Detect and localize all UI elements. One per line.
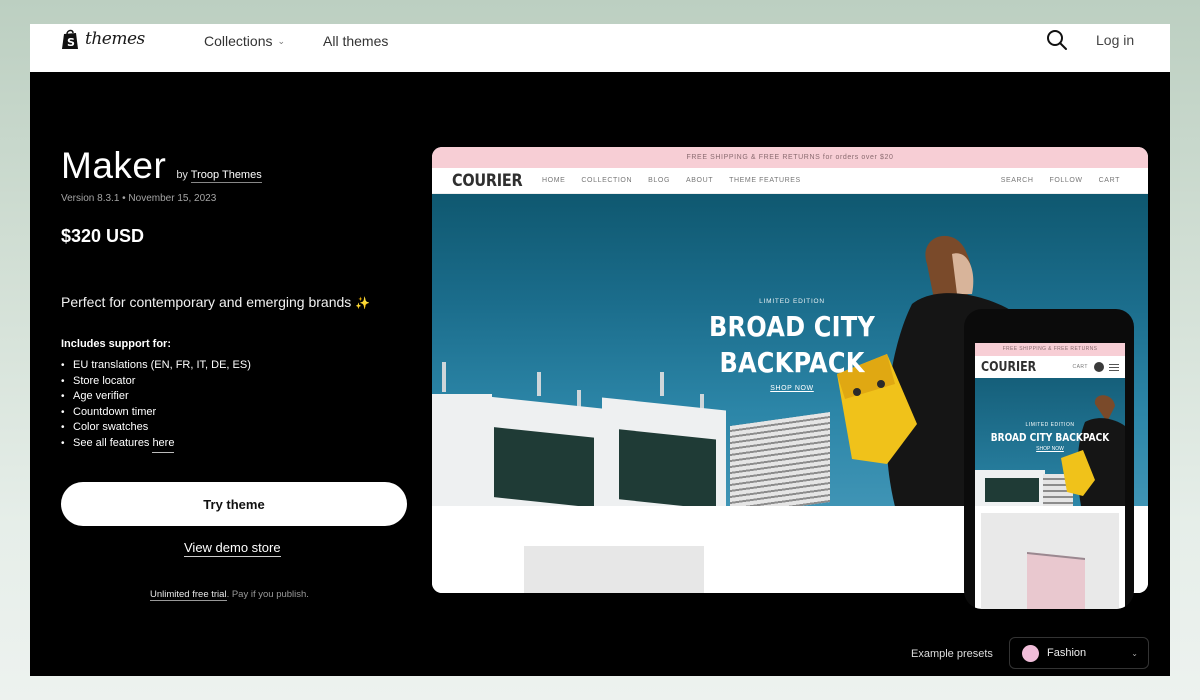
feature-item: Color swatches <box>61 420 251 436</box>
preview-nav-links: HOME COLLECTION BLOG ABOUT THEME FEATURE… <box>542 177 801 184</box>
view-demo-store-link[interactable]: View demo store <box>184 540 281 557</box>
trial-suffix: . Pay if you publish. <box>226 589 309 600</box>
antenna-shape <box>660 372 664 396</box>
preset-dropdown[interactable]: Fashion ⌄ <box>1009 637 1149 669</box>
preview-shop-now-link: SHOP NOW <box>770 385 814 392</box>
mobile-shop-now-link: SHOP NOW <box>1036 446 1064 452</box>
feature-item: Store locator <box>61 374 251 390</box>
building-shape <box>975 470 1045 506</box>
feature-item: Age verifier <box>61 389 251 405</box>
preview-nav-link: HOME <box>542 177 566 184</box>
search-button[interactable] <box>1045 28 1069 52</box>
example-presets-label: Example presets <box>911 648 993 660</box>
logo-text: themes <box>85 29 145 49</box>
support-heading: Includes support for: <box>61 338 171 350</box>
preset-selected-value: Fashion <box>1047 647 1087 659</box>
nav-all-themes[interactable]: All themes <box>323 33 388 49</box>
shopify-bag-icon: S <box>62 29 78 49</box>
title-row: Maker by Troop Themes <box>61 145 262 187</box>
preview-hero-eyebrow: LIMITED EDITION <box>759 298 825 305</box>
shopify-themes-logo[interactable]: S themes <box>61 28 145 50</box>
mobile-hero-eyebrow: LIMITED EDITION <box>1025 422 1075 428</box>
preview-hero-title-line1: BROAD CITY <box>709 310 875 343</box>
preview-nav-right: SEARCH FOLLOW CART <box>1001 177 1148 184</box>
trial-note: Unlimited free trial. Pay if you publish… <box>150 589 309 601</box>
preview-product-tile <box>524 546 704 593</box>
chevron-down-icon: ⌄ <box>1131 648 1138 658</box>
mobile-product-image <box>981 513 1119 609</box>
preset-color-swatch <box>1022 644 1039 662</box>
try-theme-button[interactable]: Try theme <box>61 482 407 526</box>
preview-hero-title-line2: BACKPACK <box>719 346 865 379</box>
svg-text:S: S <box>67 36 75 49</box>
mobile-hero-title: BROAD CITY BACKPACK <box>990 431 1110 444</box>
building-shape <box>476 395 604 506</box>
nav-collections-label: Collections <box>204 33 273 49</box>
preview-nav-link: THEME FEATURES <box>729 177 801 184</box>
see-all-label: See all features <box>73 437 150 450</box>
page-frame: S themes Collections ⌄ All themes Log in… <box>30 24 1170 676</box>
preview-hero-text: LIMITED EDITION BROAD CITY BACKPACK SHOP… <box>682 298 902 392</box>
theme-hero: Maker by Troop Themes Version 8.3.1 • No… <box>30 72 1170 676</box>
author-link[interactable]: Troop Themes <box>190 169 262 183</box>
preview-nav-link: FOLLOW <box>1049 177 1083 184</box>
preview-nav-link: ABOUT <box>686 177 714 184</box>
sparkles-icon: ✨ <box>355 296 371 310</box>
tagline-text: Perfect for contemporary and emerging br… <box>61 294 352 310</box>
mobile-hero-text: LIMITED EDITION BROAD CITY BACKPACK SHOP… <box>975 422 1125 452</box>
preview-nav-link: SEARCH <box>1000 177 1034 184</box>
mobile-preview: FREE SHIPPING & FREE RETURNS COURIER CAR… <box>964 309 1134 609</box>
antenna-shape <box>537 372 541 396</box>
feature-list: EU translations (EN, FR, IT, DE, ES) Sto… <box>61 358 251 453</box>
theme-price: $320 USD <box>61 226 145 246</box>
mobile-brand: COURIER <box>981 359 1037 375</box>
theme-tagline: Perfect for contemporary and emerging br… <box>61 294 370 310</box>
preview-nav-link: CART <box>1098 177 1120 184</box>
mobile-hero-image: LIMITED EDITION BROAD CITY BACKPACK SHOP… <box>975 378 1125 506</box>
cart-count-badge <box>1094 362 1104 372</box>
mobile-cart-label: CART <box>1072 364 1088 370</box>
mobile-nav: COURIER CART <box>975 356 1125 378</box>
preview-nav-link: COLLECTION <box>581 177 633 184</box>
mobile-announcement-bar: FREE SHIPPING & FREE RETURNS <box>975 343 1125 356</box>
version-info: Version 8.3.1 • November 15, 2023 <box>61 193 217 204</box>
see-all-features-link[interactable]: here <box>152 436 175 453</box>
theme-title: Maker <box>61 145 167 186</box>
free-trial-link[interactable]: Unlimited free trial <box>150 589 227 601</box>
mobile-screen: FREE SHIPPING & FREE RETURNS COURIER CAR… <box>975 343 1125 609</box>
chevron-down-icon: ⌄ <box>277 36 286 46</box>
login-link[interactable]: Log in <box>1096 32 1134 48</box>
preview-nav: COURIER HOME COLLECTION BLOG ABOUT THEME… <box>432 168 1148 194</box>
feature-item: Countdown timer <box>61 405 251 421</box>
building-shape <box>730 411 830 506</box>
top-navigation: S themes Collections ⌄ All themes Log in <box>30 24 1170 72</box>
pink-bag-shape <box>1027 551 1085 609</box>
theme-author: by Troop Themes <box>176 169 262 183</box>
preview-nav-link: BLOG <box>648 177 670 184</box>
antenna-shape <box>442 362 446 392</box>
preview-announcement-bar: FREE SHIPPING & FREE RETURNS for orders … <box>432 147 1148 168</box>
building-shape <box>602 397 726 506</box>
feature-item-see-all: See all features here <box>61 436 251 453</box>
feature-item: EU translations (EN, FR, IT, DE, ES) <box>61 358 251 374</box>
preview-brand: COURIER <box>452 170 523 191</box>
nav-collections[interactable]: Collections ⌄ <box>204 33 285 49</box>
search-icon <box>1047 30 1067 50</box>
by-label: by <box>176 169 188 181</box>
hamburger-menu-icon <box>1109 363 1119 371</box>
